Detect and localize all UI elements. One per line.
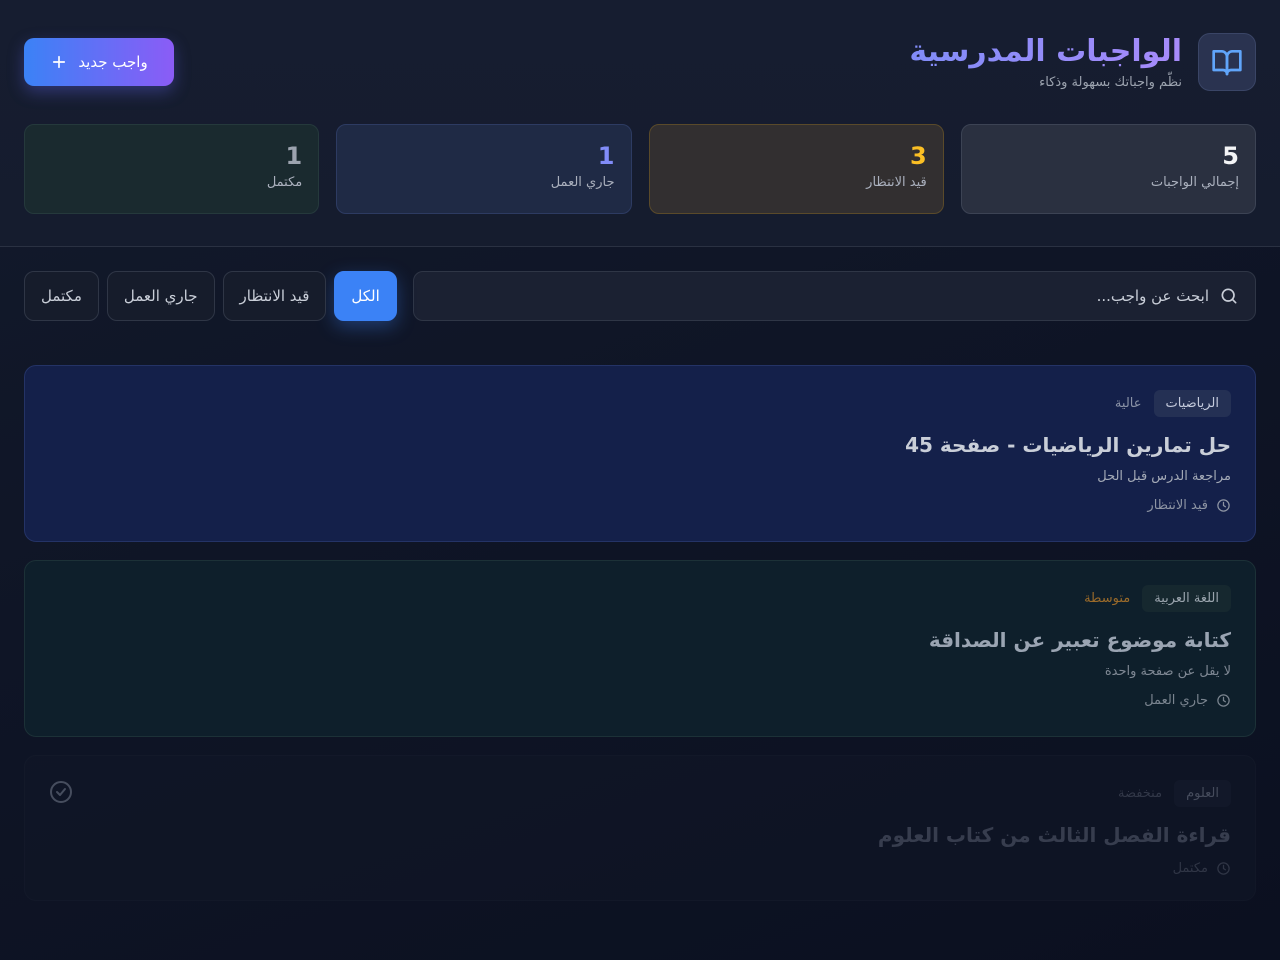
- assignment-status: مكتمل: [1173, 861, 1231, 876]
- assignment-description: لا يقل عن صفحة واحدة: [1104, 664, 1231, 679]
- stat-label: إجمالي الواجبات: [1150, 175, 1239, 190]
- stat-label: مكتمل: [266, 175, 303, 190]
- assignment-list: الرياضيات عالية حل تمارين الرياضيات - صف…: [24, 365, 1256, 901]
- page-subtitle: نظّم واجباتك بسهولة وذكاء: [1039, 74, 1182, 90]
- stat-card-pending: 3 قيد الانتظار: [648, 124, 944, 214]
- filter-pending[interactable]: قيد الانتظار: [222, 271, 327, 321]
- stat-value: 1: [597, 142, 615, 170]
- stat-label: جاري العمل: [550, 175, 615, 190]
- page-title: الواجبات المدرسية: [909, 33, 1182, 69]
- search-icon: [1221, 288, 1237, 304]
- filter-completed[interactable]: مكتمل: [24, 271, 99, 321]
- stat-value: 3: [910, 142, 927, 170]
- assignment-title: حل تمارين الرياضيات - صفحة 45: [905, 433, 1231, 457]
- assignment-card[interactable]: الرياضيات عالية حل تمارين الرياضيات - صف…: [24, 365, 1256, 542]
- search-input[interactable]: [429, 287, 1209, 305]
- priority-label: منخفضة: [1117, 786, 1163, 801]
- search-box[interactable]: [412, 271, 1256, 321]
- stat-label: قيد الانتظار: [866, 175, 927, 190]
- status-text: جاري العمل: [1144, 693, 1208, 708]
- stat-value: 1: [285, 142, 303, 170]
- subject-badge: العلوم: [1174, 780, 1231, 807]
- assignment-title: قراءة الفصل الثالث من كتاب العلوم: [877, 823, 1231, 847]
- status-text: مكتمل: [1172, 861, 1208, 876]
- subject-badge: الرياضيات: [1153, 390, 1231, 417]
- assignment-status: جاري العمل: [1144, 693, 1231, 708]
- clock-icon: [1217, 862, 1230, 875]
- status-filters: الكل قيد الانتظار جاري العمل مكتمل: [24, 271, 397, 321]
- assignment-title: كتابة موضوع تعبير عن الصداقة: [928, 628, 1231, 652]
- check-circle-icon[interactable]: [49, 780, 73, 804]
- new-assignment-button[interactable]: واجب جديد: [24, 38, 174, 86]
- assignment-description: مراجعة الدرس قبل الحل: [1097, 469, 1231, 484]
- assignment-status: قيد الانتظار: [1147, 498, 1231, 513]
- assignment-card[interactable]: العلوم منخفضة قراءة الفصل الثالث من كتاب…: [24, 755, 1256, 901]
- clock-icon: [1217, 499, 1230, 512]
- filter-in-progress[interactable]: جاري العمل: [106, 271, 215, 321]
- stats-row: 5 إجمالي الواجبات 3 قيد الانتظار 1 جاري …: [24, 124, 1256, 214]
- open-book-icon: [1198, 33, 1256, 91]
- brand: الواجبات المدرسية نظّم واجباتك بسهولة وذ…: [909, 33, 1256, 91]
- priority-label: متوسطة: [1084, 591, 1131, 606]
- toolbar: الكل قيد الانتظار جاري العمل مكتمل: [24, 271, 1256, 321]
- stat-value: 5: [1222, 142, 1239, 170]
- filter-all[interactable]: الكل: [334, 271, 397, 321]
- plus-icon: [53, 55, 66, 69]
- stat-card-total: 5 إجمالي الواجبات: [960, 124, 1256, 214]
- stat-card-in-progress: 1 جاري العمل: [336, 124, 632, 214]
- clock-icon: [1217, 694, 1230, 707]
- priority-label: عالية: [1114, 396, 1142, 411]
- status-text: قيد الانتظار: [1147, 498, 1208, 513]
- new-assignment-label: واجب جديد: [78, 53, 148, 71]
- assignment-card[interactable]: اللغة العربية متوسطة كتابة موضوع تعبير ع…: [24, 560, 1256, 737]
- stat-card-completed: 1 مكتمل: [24, 124, 320, 214]
- app-header: الواجبات المدرسية نظّم واجباتك بسهولة وذ…: [0, 0, 1280, 247]
- subject-badge: اللغة العربية: [1142, 585, 1231, 612]
